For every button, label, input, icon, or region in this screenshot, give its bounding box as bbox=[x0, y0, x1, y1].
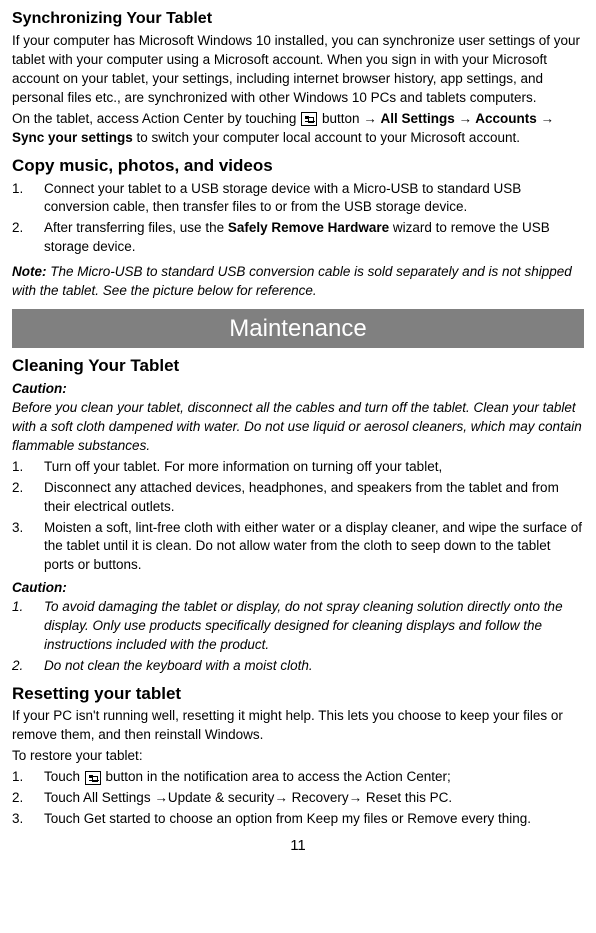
sync-p2-text-d: to switch your computer local account to… bbox=[133, 130, 520, 145]
copy-step2-a: After transferring files, use the bbox=[44, 220, 228, 235]
copy-step-1: Connect your tablet to a USB storage dev… bbox=[12, 180, 584, 218]
cleaning-caution2-step2: Do not clean the keyboard with a moist c… bbox=[12, 657, 584, 676]
sync-paragraph-2: On the tablet, access Action Center by t… bbox=[12, 110, 584, 148]
cleaning-caution2-step1: To avoid damaging the tablet or display,… bbox=[12, 598, 584, 655]
cleaning-steps-list: Turn off your tablet. For more informati… bbox=[12, 458, 584, 575]
reset-step-2: Touch All Settings →Update & security→ R… bbox=[12, 789, 584, 808]
cleaning-caution-label: Caution: bbox=[12, 380, 584, 399]
copy-note: Note: The Micro-USB to standard USB conv… bbox=[12, 263, 584, 301]
reset-paragraph-1: If your PC isn't running well, resetting… bbox=[12, 707, 584, 745]
copy-step2-bold: Safely Remove Hardware bbox=[228, 220, 389, 235]
reset-step-1: Touch button in the notification area to… bbox=[12, 768, 584, 787]
cleaning-step-2: Disconnect any attached devices, headpho… bbox=[12, 479, 584, 517]
copy-note-label: Note: bbox=[12, 264, 47, 279]
reset-step-3: Touch Get started to choose an option fr… bbox=[12, 810, 584, 829]
copy-note-text: The Micro-USB to standard USB conversion… bbox=[12, 264, 572, 298]
reset-paragraph-2: To restore your tablet: bbox=[12, 747, 584, 766]
cleaning-heading: Cleaning Your Tablet bbox=[12, 354, 584, 378]
cleaning-step-1: Turn off your tablet. For more informati… bbox=[12, 458, 584, 477]
sync-p2-text-a: On the tablet, access Action Center by t… bbox=[12, 111, 300, 126]
maintenance-banner: Maintenance bbox=[12, 309, 584, 349]
reset-step1-a: Touch bbox=[44, 769, 84, 784]
cleaning-caution2-label: Caution: bbox=[12, 579, 584, 598]
action-center-icon bbox=[301, 112, 317, 126]
sync-p2-text-b: button → bbox=[322, 111, 381, 126]
cleaning-step-3: Moisten a soft, lint-free cloth with eit… bbox=[12, 519, 584, 576]
cleaning-caution2-list: To avoid damaging the tablet or display,… bbox=[12, 598, 584, 676]
reset-steps-list: Touch button in the notification area to… bbox=[12, 768, 584, 829]
copy-heading: Copy music, photos, and videos bbox=[12, 154, 584, 178]
sync-heading: Synchronizing Your Tablet bbox=[12, 8, 584, 30]
copy-step-2: After transferring files, use the Safely… bbox=[12, 219, 584, 257]
sync-paragraph-1: If your computer has Microsoft Windows 1… bbox=[12, 32, 584, 108]
cleaning-caution-text: Before you clean your tablet, disconnect… bbox=[12, 399, 584, 456]
page-number: 11 bbox=[12, 835, 584, 856]
notification-icon bbox=[85, 771, 101, 785]
copy-steps-list: Connect your tablet to a USB storage dev… bbox=[12, 180, 584, 258]
reset-step1-b: button in the notification area to acces… bbox=[102, 769, 451, 784]
reset-heading: Resetting your tablet bbox=[12, 682, 584, 706]
